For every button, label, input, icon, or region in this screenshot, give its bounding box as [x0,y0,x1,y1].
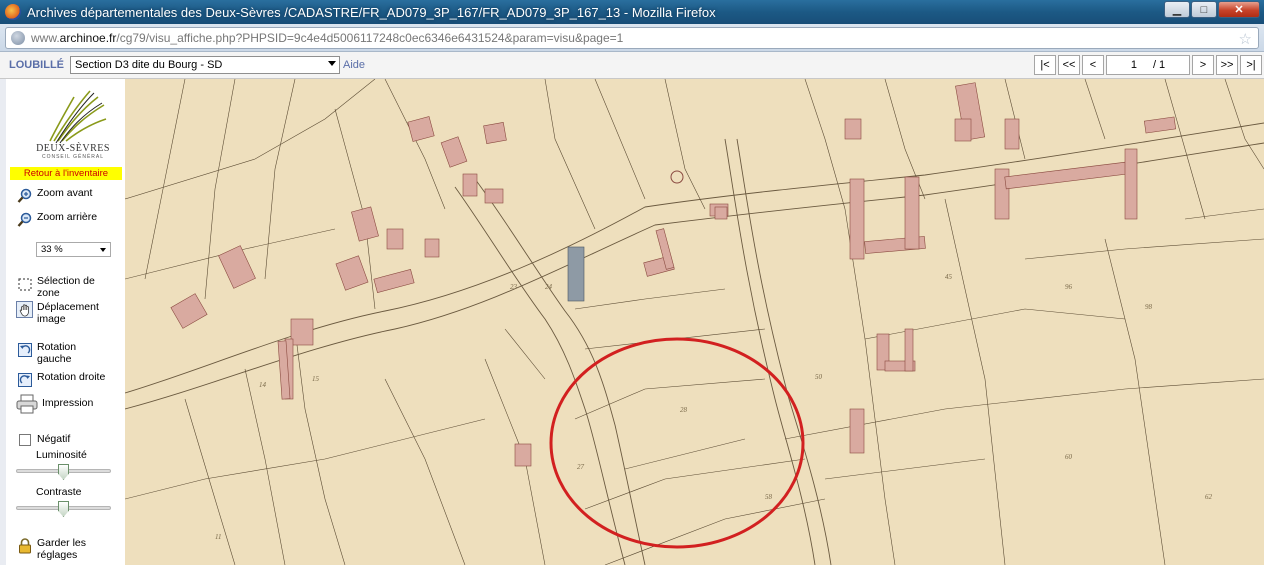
rotate-left-label: Rotation gauche [37,341,77,365]
navigation-bar: www.archinoe.fr/cg79/visu_affiche.php?PH… [0,24,1264,52]
url-field[interactable]: www.archinoe.fr/cg79/visu_affiche.php?PH… [5,27,1259,49]
chevron-down-icon [100,248,106,252]
bookmark-star-icon[interactable]: ☆ [1239,30,1252,48]
print-label: Impression [42,397,94,409]
magnifier-plus-icon [16,187,33,204]
cadastral-map-image: 14 15 23 24 28 27 96 98 45 50 58 60 62 11 [125,79,1264,565]
selection-icon [16,275,33,292]
negative-checkbox[interactable] [16,431,33,448]
help-link[interactable]: Aide [343,59,365,71]
svg-text:27: 27 [577,463,585,471]
hand-icon [16,301,33,318]
svg-text:62: 62 [1205,493,1213,501]
svg-text:96: 96 [1065,283,1073,291]
negative-toggle[interactable]: Négatif [16,431,70,448]
rotate-left-icon [16,341,33,358]
svg-text:14: 14 [259,381,267,389]
section-dropdown[interactable]: Section D3 dite du Bourg - SD [70,56,340,74]
minimize-button[interactable]: ▁ [1164,1,1190,18]
last-page-button[interactable]: >| [1240,55,1262,75]
zoom-level-value: 33 % [41,244,63,255]
svg-text:11: 11 [215,533,221,541]
select-zone-tool[interactable]: Sélection de zone [16,275,107,299]
brightness-slider[interactable] [16,464,111,482]
svg-text:58: 58 [765,493,773,501]
rotate-right-tool[interactable]: Rotation droite [16,371,105,388]
keep-settings-tool[interactable]: Garder les réglages [16,537,107,561]
svg-text:45: 45 [945,273,953,281]
brightness-label: Luminosité [36,449,87,461]
cadastral-map-viewer[interactable]: 14 15 23 24 28 27 96 98 45 50 58 60 62 11 [125,79,1264,565]
first-page-button[interactable]: |< [1034,55,1056,75]
svg-text:23: 23 [510,283,518,291]
page-number-input[interactable]: 1 [1131,59,1137,71]
close-button[interactable]: ✕ [1218,1,1260,18]
forward-many-button[interactable]: >> [1216,55,1238,75]
select-zone-label: Sélection de zone [37,275,95,299]
globe-icon [11,31,25,45]
zoom-in-tool[interactable]: Zoom avant [16,187,92,204]
back-many-button[interactable]: << [1058,55,1080,75]
window-controls: ▁ □ ✕ [1164,1,1260,18]
next-page-button[interactable]: > [1192,55,1214,75]
zoom-out-tool[interactable]: Zoom arrière [16,211,97,228]
svg-text:28: 28 [680,406,688,414]
rotate-right-label: Rotation droite [37,371,106,383]
brightness-thumb[interactable] [58,464,69,480]
logo-title: DEUX-SÈVRES [36,143,110,154]
svg-text:98: 98 [1145,303,1153,311]
viewer-toolbar: LOUBILLÉ Section D3 dite du Bourg - SD A… [0,52,1264,79]
rotate-left-tool[interactable]: Rotation gauche [16,341,107,365]
lock-icon [16,537,33,554]
magnifier-minus-icon [16,211,33,228]
contrast-slider[interactable] [16,501,111,519]
page-indicator: 1 / 1 [1106,55,1190,75]
zoom-out-label: Zoom arrière [37,211,98,223]
svg-text:15: 15 [312,375,320,383]
tool-panel: DEUX-SÈVRES CONSEIL GÉNÉRAL Retour à l'i… [0,79,125,565]
svg-text:50: 50 [815,373,823,381]
window-title: Archives départementales des Deux-Sèvres… [27,4,716,20]
svg-text:60: 60 [1065,453,1073,461]
url-text: www.archinoe.fr/cg79/visu_affiche.php?PH… [31,31,624,45]
chevron-down-icon [328,61,336,66]
zoom-level-dropdown[interactable]: 33 % [36,242,111,257]
contrast-thumb[interactable] [58,501,69,517]
deux-sevres-logo [49,90,107,144]
svg-text:24: 24 [545,283,553,291]
zoom-in-label: Zoom avant [37,187,93,199]
pan-image-tool[interactable]: Déplacement image [16,301,107,325]
pan-image-label: Déplacement image [37,301,99,325]
section-dropdown-value: Section D3 dite du Bourg - SD [75,59,223,71]
negative-label: Négatif [37,433,71,445]
print-tool[interactable]: Impression [16,394,93,414]
back-to-inventory-link[interactable]: Retour à l'inventaire [10,167,122,180]
previous-page-button[interactable]: < [1082,55,1104,75]
logo-subtitle: CONSEIL GÉNÉRAL [41,154,105,160]
page-total: / 1 [1152,59,1166,71]
contrast-label: Contraste [36,486,82,498]
maximize-button[interactable]: □ [1191,1,1217,18]
commune-label: LOUBILLÉ [9,59,64,71]
printer-icon [16,394,38,414]
window-titlebar: Archives départementales des Deux-Sèvres… [0,0,1264,24]
pager: |< << < 1 / 1 > >> >| [1034,55,1262,75]
keep-settings-label: Garder les réglages [37,537,87,561]
rotate-right-icon [16,371,33,388]
firefox-icon [5,4,21,20]
